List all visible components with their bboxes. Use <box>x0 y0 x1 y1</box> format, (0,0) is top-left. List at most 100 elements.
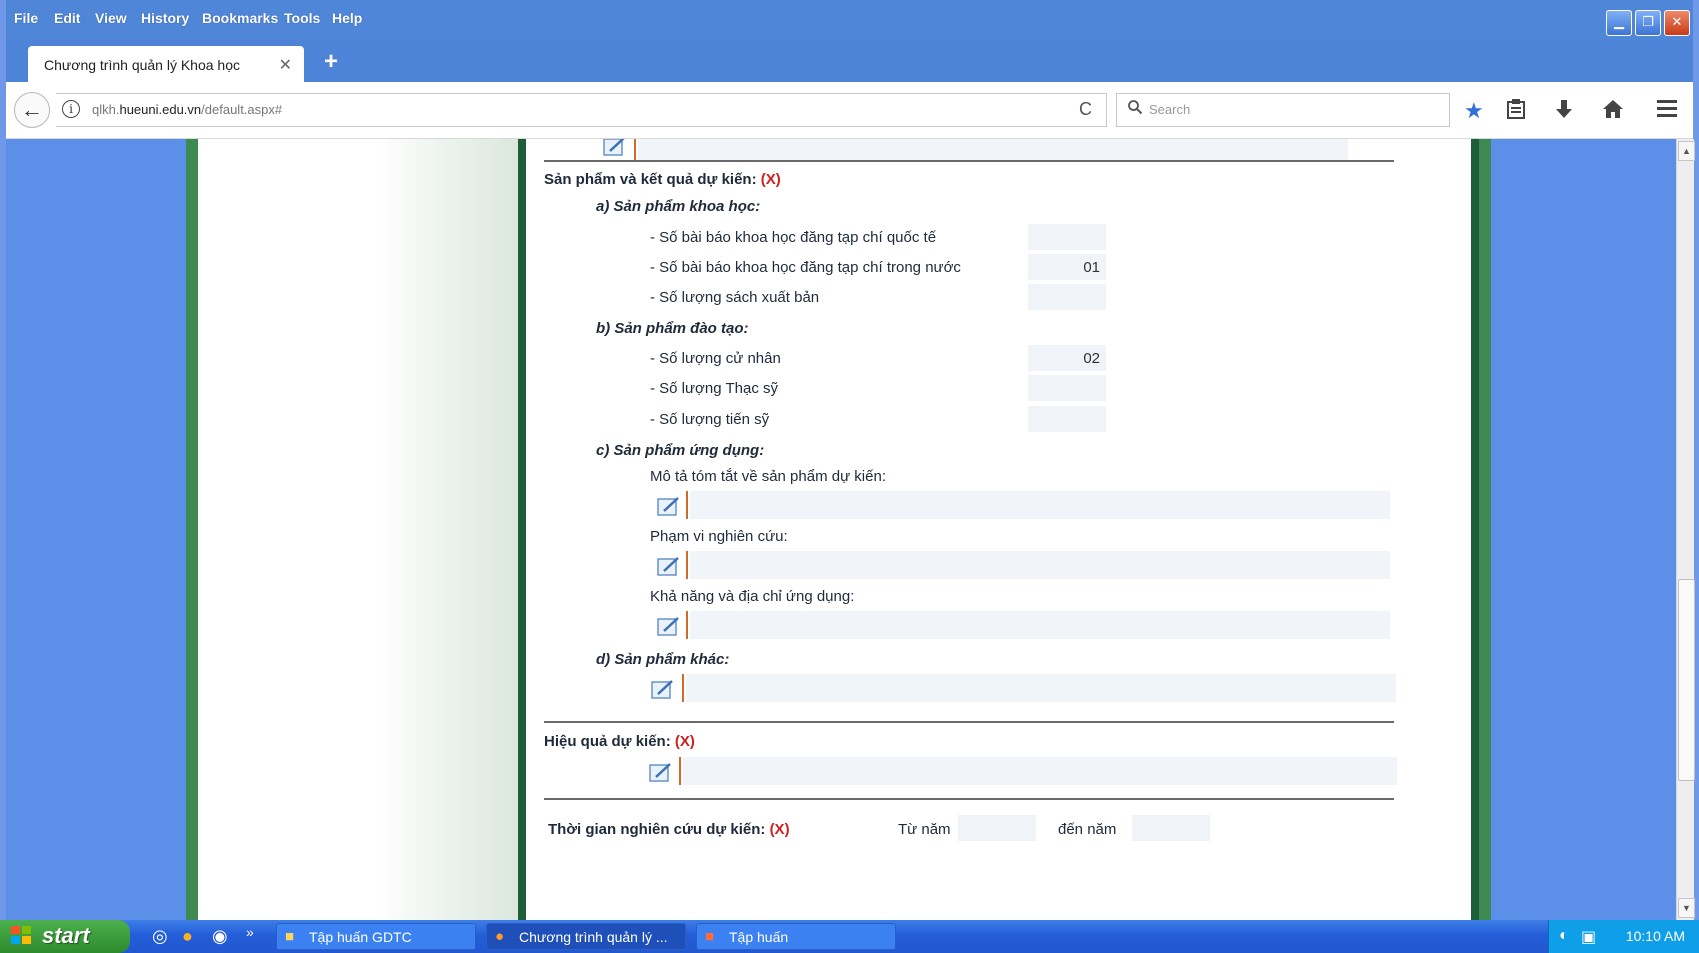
menu-history[interactable]: History <box>141 10 189 26</box>
tab-bar: Chương trình quản lý Khoa học ✕ + <box>6 40 1693 82</box>
page-content: Sản phẩm và kết quả dự kiến: (X) a) Sản … <box>6 139 1676 920</box>
so-bai-bao-trong-nuoc-input[interactable] <box>1028 254 1106 280</box>
so-luong-cu-nhan-input[interactable] <box>1028 345 1106 371</box>
reload-icon[interactable]: C <box>1079 99 1092 120</box>
tu-nam-label: Từ năm <box>898 821 951 838</box>
close-window-button[interactable]: ✕ <box>1664 10 1690 36</box>
pham-vi-label: Phạm vi nghiên cứu: <box>650 528 788 545</box>
start-button[interactable]: start <box>0 920 130 953</box>
tab-active[interactable]: Chương trình quản lý Khoa học ✕ <box>28 46 304 82</box>
search-box[interactable]: Search <box>1116 93 1450 127</box>
separator <box>544 160 1394 162</box>
back-arrow-icon: ← <box>21 97 43 122</box>
editor-caret <box>686 551 688 579</box>
menu-edit[interactable]: Edit <box>54 10 80 26</box>
so-luong-thac-sy-input[interactable] <box>1028 375 1106 401</box>
firefox-quicklaunch-icon[interactable]: ● <box>182 926 193 947</box>
download-icon[interactable] <box>1554 98 1574 126</box>
den-nam-input[interactable] <box>1132 815 1210 841</box>
hieu-qua-editor[interactable] <box>683 757 1397 785</box>
kha-nang-editor[interactable] <box>690 611 1390 639</box>
search-placeholder: Search <box>1149 102 1191 117</box>
field-label: - Số lượng tiến sỹ <box>650 411 770 428</box>
edit-icon[interactable] <box>656 615 682 637</box>
form-main: Sản phẩm và kết quả dự kiến: (X) a) Sản … <box>526 139 1471 920</box>
mo-ta-editor[interactable] <box>690 491 1390 519</box>
so-luong-tien-sy-input[interactable] <box>1028 406 1106 432</box>
edit-icon[interactable] <box>656 555 682 577</box>
windows-flag-icon <box>10 925 32 951</box>
restore-icon: ❐ <box>1642 14 1654 29</box>
mo-ta-label: Mô tả tóm tắt về sản phẩm dự kiến: <box>650 468 886 485</box>
quicklaunch-more-icon[interactable]: » <box>246 924 254 940</box>
san-pham-khac-editor[interactable] <box>686 674 1396 702</box>
editor-caret <box>686 491 688 519</box>
clipboard-icon[interactable] <box>1506 98 1526 126</box>
menu-help[interactable]: Help <box>332 10 362 26</box>
new-tab-icon[interactable]: + <box>324 48 338 76</box>
field-label: - Số lượng sách xuất bản <box>650 289 820 306</box>
kha-nang-label: Khả năng và địa chỉ ứng dụng: <box>650 588 855 605</box>
field-label: - Số bài báo khoa học đăng tạp chí trong… <box>650 259 961 276</box>
monitor-icon[interactable]: ▣ <box>1581 927 1596 947</box>
so-luong-sach-input[interactable] <box>1028 284 1106 310</box>
hieu-qua-label: Hiệu quả dự kiến: (X) <box>544 733 695 750</box>
divider-left <box>518 139 526 920</box>
editor-caret <box>682 674 684 702</box>
system-tray: ◐ ▣ 10:10 AM <box>1548 920 1699 953</box>
restore-button[interactable]: ❐ <box>1635 10 1661 36</box>
vertical-scrollbar[interactable]: ▲ ▼ <box>1676 139 1695 920</box>
network-icon[interactable]: ◐ <box>1559 927 1569 945</box>
edit-icon[interactable] <box>656 495 682 517</box>
field-label: - Số lượng cử nhân <box>650 350 781 367</box>
close-icon: ✕ <box>1671 14 1683 29</box>
menu-bookmarks[interactable]: Bookmarks <box>202 10 278 26</box>
san-pham-dao-tao-heading: b) Sản phẩm đào tạo: <box>596 320 749 337</box>
san-pham-label: Sản phẩm và kết quả dự kiến: (X) <box>544 171 781 188</box>
home-icon[interactable] <box>1602 98 1624 126</box>
pham-vi-editor[interactable] <box>690 551 1390 579</box>
quicklaunch-icon[interactable]: ◎ <box>152 926 168 947</box>
san-pham-khac-heading: d) Sản phẩm khác: <box>596 651 730 668</box>
firefox-icon: ● <box>495 928 505 945</box>
menu-icon[interactable] <box>1656 98 1678 124</box>
windows-taskbar: start ◎ ● ◉ » ■ Tập huấn GDTC ● Chương t… <box>0 920 1699 953</box>
minimize-button[interactable]: ▁ <box>1606 10 1632 36</box>
menu-tools[interactable]: Tools <box>284 10 320 26</box>
back-button[interactable]: ← <box>14 92 50 128</box>
thoi-gian-label: Thời gian nghiên cứu dự kiến: (X) <box>548 821 790 838</box>
scroll-up-icon[interactable]: ▲ <box>1678 141 1695 161</box>
navigation-bar: ← i qlkh.hueuni.edu.vn/default.aspx# C S… <box>6 82 1693 139</box>
info-icon[interactable]: i <box>62 100 80 118</box>
den-nam-label: đến năm <box>1058 821 1117 838</box>
so-bai-bao-quoc-te-input[interactable] <box>1028 224 1106 250</box>
tab-close-icon[interactable]: ✕ <box>279 55 292 75</box>
edit-icon[interactable] <box>648 761 674 783</box>
start-label: start <box>42 923 90 948</box>
task-folder[interactable]: ■ Tập huấn GDTC <box>276 923 476 950</box>
tu-nam-input[interactable] <box>958 815 1036 841</box>
editor-caret <box>679 757 681 785</box>
task-firefox[interactable]: ● Chương trình quản lý ... <box>486 923 686 950</box>
scroll-thumb[interactable] <box>1678 579 1695 781</box>
chrome-quicklaunch-icon[interactable]: ◉ <box>212 926 228 947</box>
powerpoint-icon: ■ <box>705 928 715 945</box>
san-pham-khoa-hoc-heading: a) Sản phẩm khoa học: <box>596 198 761 215</box>
clock: 10:10 AM <box>1625 928 1685 944</box>
url-bar[interactable]: i qlkh.hueuni.edu.vn/default.aspx# C <box>56 93 1107 127</box>
side-panel <box>198 139 518 920</box>
border-right-green <box>1479 139 1491 920</box>
edit-icon[interactable] <box>650 678 676 700</box>
editor-field-top[interactable] <box>638 139 1348 161</box>
menu-bar: File Edit View History Bookmarks Tools H… <box>6 0 1693 40</box>
task-powerpoint[interactable]: ■ Tập huấn <box>696 923 896 950</box>
scroll-down-icon[interactable]: ▼ <box>1678 898 1695 918</box>
san-pham-ung-dung-heading: c) Sản phẩm ứng dụng: <box>596 442 765 459</box>
menu-file[interactable]: File <box>14 10 38 26</box>
menu-view[interactable]: View <box>95 10 127 26</box>
editor-caret <box>686 611 688 639</box>
star-icon[interactable]: ★ <box>1464 98 1484 124</box>
edit-icon[interactable] <box>602 139 628 157</box>
separator <box>544 721 1394 723</box>
folder-icon: ■ <box>285 928 295 945</box>
